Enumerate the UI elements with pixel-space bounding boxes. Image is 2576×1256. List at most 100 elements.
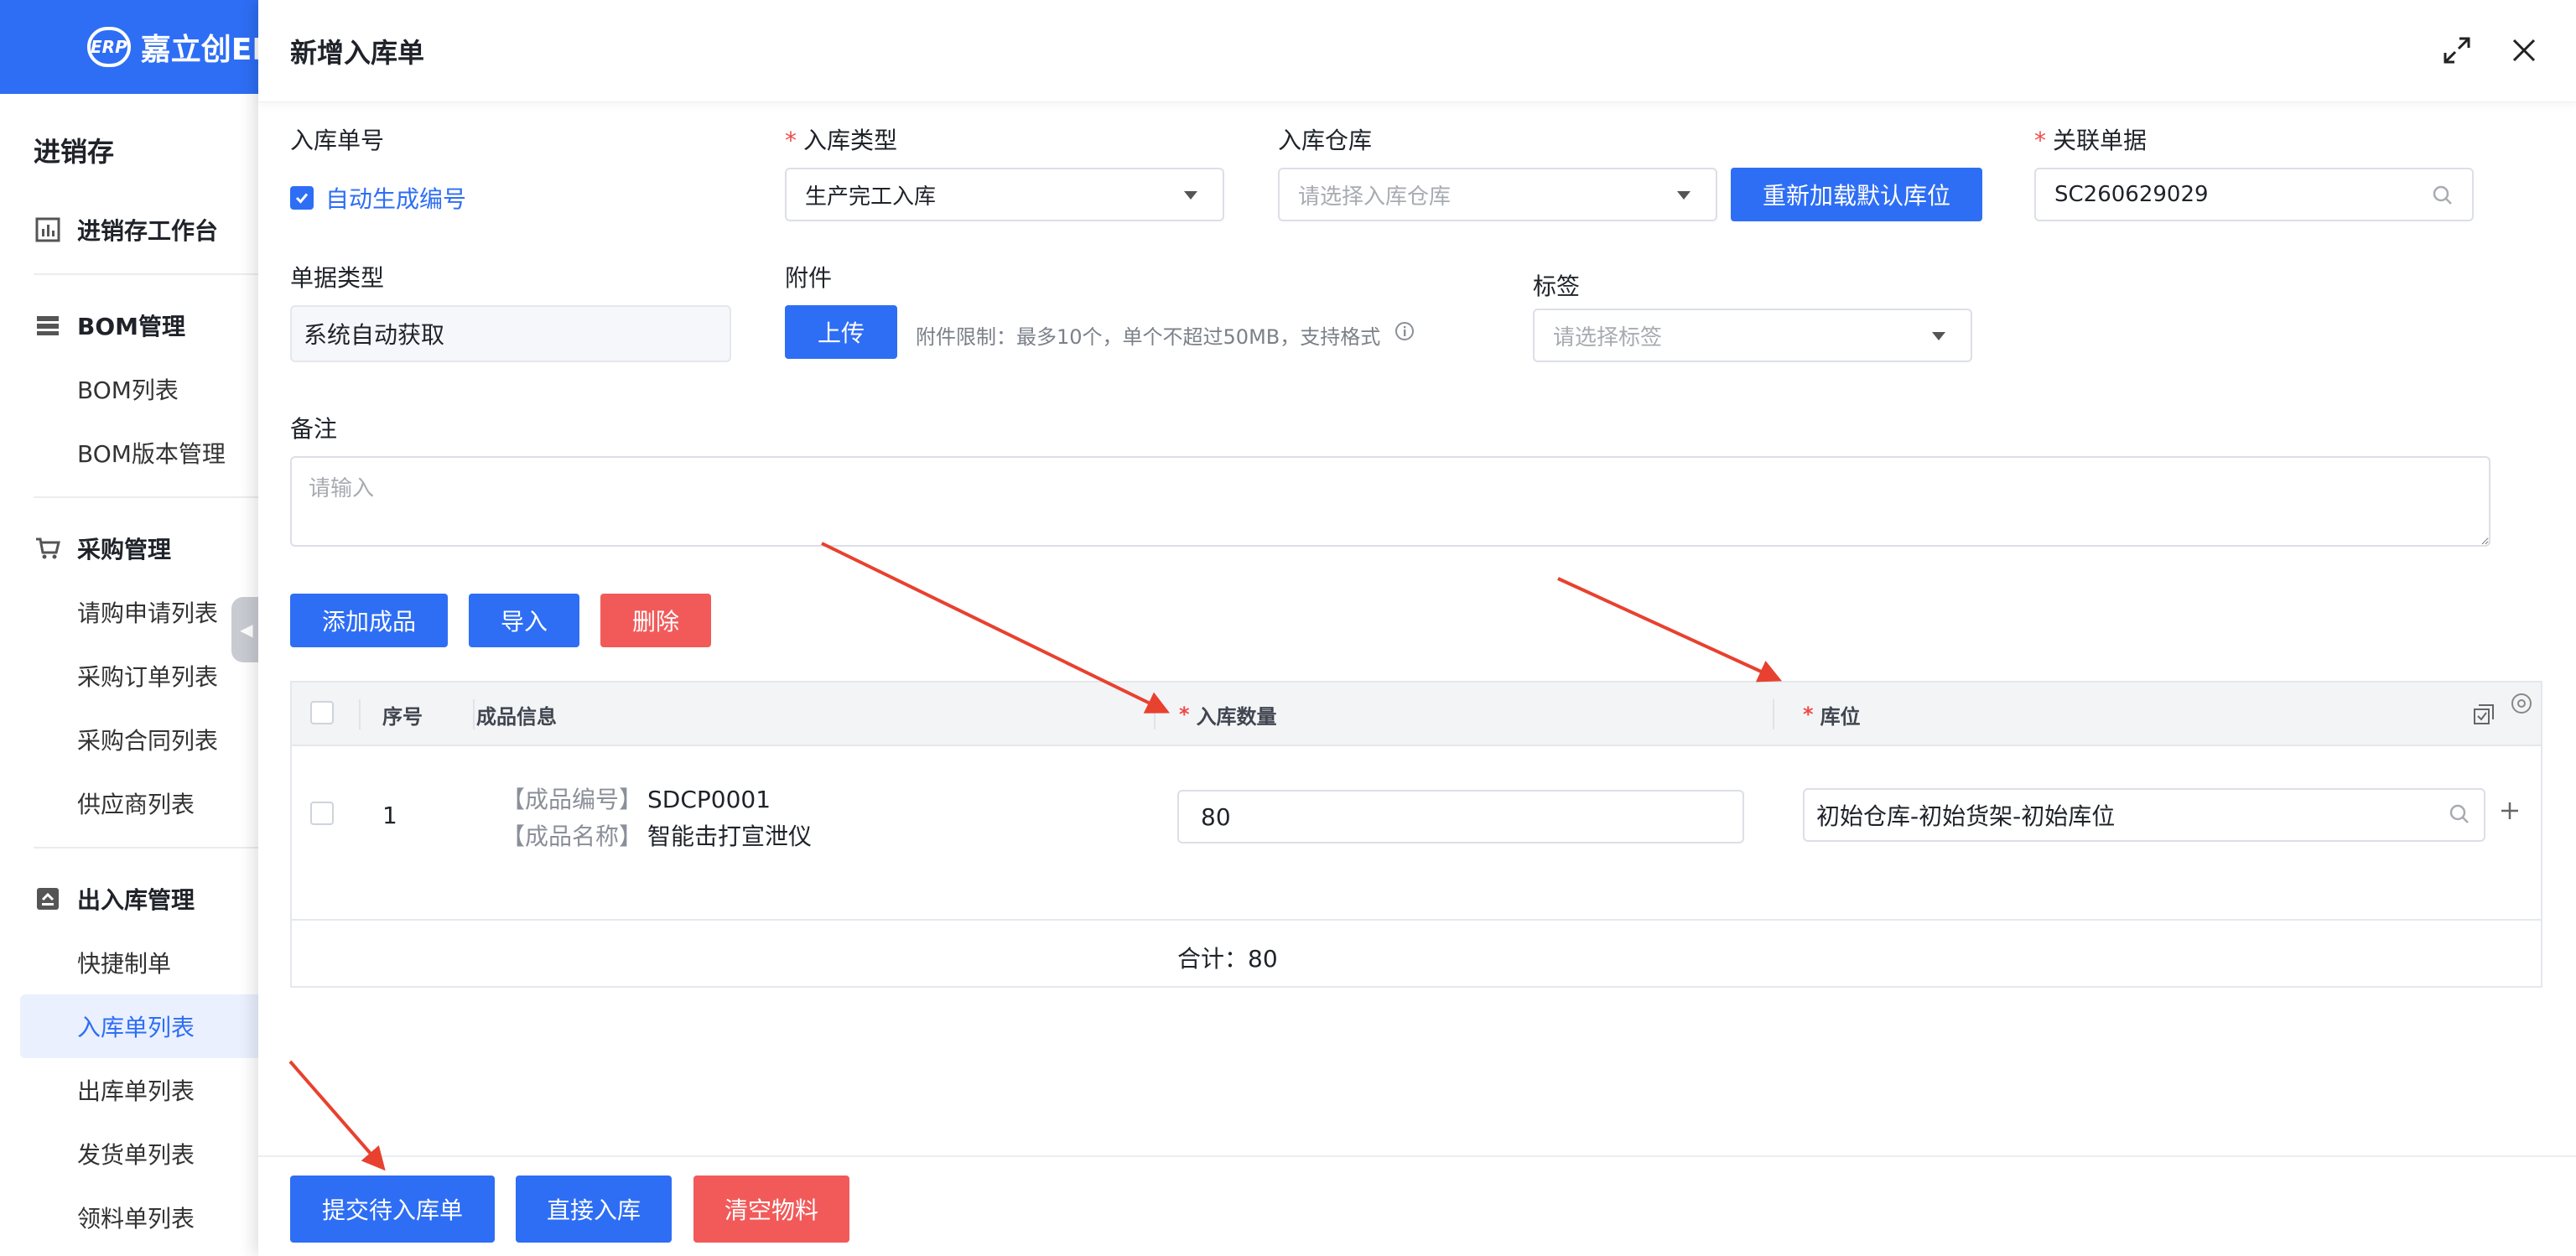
delete-button[interactable]: 删除 [600,594,711,647]
auto-generate-label: 自动生成编号 [325,185,467,213]
drawer-title: 新增入库单 [290,36,425,69]
layers-icon [34,311,62,340]
sidebar-group-label: BOM管理 [77,313,186,340]
product-code: 【成品编号】 SDCP0001 [501,786,771,813]
product-table: 序号 成品信息 * 入库数量 * 库位 1 【成品编号】 SDCP0001 【成品名称… [290,681,2542,988]
bar-chart-icon [34,215,62,244]
sidebar-collapse-handle[interactable]: ◀ [231,597,262,662]
caret-down-icon [1932,332,1945,340]
new-stock-in-drawer: 新增入库单 入库单号 自动生成编号 * 入库类型 生产完工入库 入库仓库 请选择入… [258,0,2576,1256]
column-header-product-info: 成品信息 [476,704,557,729]
chevron-left-icon: ◀ [240,620,253,640]
stock-in-type-value: 生产完工入库 [805,184,937,210]
stock-in-type-select[interactable]: 生产完工入库 [785,168,1224,221]
remark-textarea[interactable] [290,456,2490,547]
doc-type-readonly: 系统自动获取 [290,305,731,362]
warehouse-placeholder: 请选择入库仓库 [1298,184,1452,210]
related-doc-label: * 关联单据 [2034,127,2148,154]
sidebar-group-label: 进销存工作台 [77,217,219,245]
cart-icon [34,534,62,563]
gear-icon[interactable] [2509,691,2534,719]
order-no-label: 入库单号 [290,127,385,154]
product-name: 【成品名称】 智能击打宣泄仪 [501,823,813,850]
direct-stock-in-button[interactable]: 直接入库 [516,1176,672,1243]
sidebar-item-purchase-contract[interactable]: 采购合同列表 [0,708,268,771]
sidebar-group-inout[interactable]: 出入库管理 [0,867,268,931]
search-icon[interactable] [2449,803,2470,831]
sidebar-item-purchase-order[interactable]: 采购订单列表 [0,644,268,708]
sidebar-title: 进销存 [34,136,115,168]
submit-pending-button[interactable]: 提交待入库单 [290,1176,495,1243]
warehouse-label: 入库仓库 [1278,127,1373,154]
drawer-header: 新增入库单 [258,0,2576,102]
stock-in-type-label: * 入库类型 [785,127,898,154]
column-separator [473,699,475,729]
sidebar-item-bom-list[interactable]: BOM列表 [0,357,268,421]
sidebar-item-picking-list[interactable]: 领料单列表 [0,1186,268,1249]
sidebar-divider [34,847,268,849]
select-all-checkbox[interactable] [310,701,334,724]
doc-type-label: 单据类型 [290,264,385,292]
row-checkbox[interactable] [310,802,334,825]
sidebar-group-label: 出入库管理 [77,886,195,914]
info-icon[interactable] [1394,320,1415,345]
sidebar: ERP 嘉立创ERP 进销存 进销存工作台 BOM管理 BOM列表 BOM版本管… [0,0,297,1256]
sidebar-item-stock-in-list[interactable]: 入库单列表 [20,994,268,1058]
attachment-label: 附件 [785,264,833,292]
quantity-input[interactable]: 80 [1177,790,1744,843]
tag-placeholder: 请选择标签 [1553,324,1663,350]
related-doc-input[interactable]: SC260629029 [2034,168,2474,221]
required-star: * [1803,703,1814,726]
column-header-index: 序号 [382,704,423,729]
required-star: * [785,127,797,154]
sidebar-item-supplier[interactable]: 供应商列表 [0,771,268,835]
column-settings-icon[interactable] [2472,703,2496,729]
column-header-location: * 库位 [1803,703,1861,729]
tag-select[interactable]: 请选择标签 [1533,309,1972,362]
expand-icon[interactable] [2438,32,2475,69]
inbox-icon [34,885,62,913]
remark-label: 备注 [290,415,338,443]
upload-button[interactable]: 上传 [785,305,897,359]
sidebar-item-stock-out-list[interactable]: 出库单列表 [0,1058,268,1122]
sidebar-item-bom-version[interactable]: BOM版本管理 [0,421,268,485]
location-value: 初始仓库-初始货架-初始库位 [1816,802,2116,830]
warehouse-select[interactable]: 请选择入库仓库 [1278,168,1717,221]
attachment-hint: 附件限制：最多10个，单个不超过50MB，支持格式 [916,325,1381,349]
required-star: * [2034,127,2046,154]
caret-down-icon [1677,191,1690,200]
table-row: 1 【成品编号】 SDCP0001 【成品名称】 智能击打宣泄仪 80 初始仓库-初… [292,748,2541,921]
row-index: 1 [382,802,397,829]
sidebar-group-label: 采购管理 [77,536,172,563]
sidebar-item-quick-order[interactable]: 快捷制单 [0,931,268,994]
location-input[interactable]: 初始仓库-初始货架-初始库位 [1803,788,2485,842]
column-separator [359,699,361,729]
related-doc-value: SC260629029 [2054,182,2209,207]
reload-default-location-button[interactable]: 重新加载默认库位 [1731,168,1982,221]
sidebar-divider [34,496,268,498]
table-total: 合计：80 [1177,945,1278,973]
clear-materials-button[interactable]: 清空物料 [693,1176,849,1243]
sidebar-group-workbench[interactable]: 进销存工作台 [0,198,268,262]
import-button[interactable]: 导入 [469,594,579,647]
tag-label: 标签 [1533,272,1581,300]
sidebar-divider [34,273,268,275]
table-header: 序号 成品信息 * 入库数量 * 库位 [292,682,2541,746]
checkbox-checked-icon [290,186,314,210]
sidebar-group-bom[interactable]: BOM管理 [0,293,268,357]
sidebar-item-requisition[interactable]: 请购申请列表 [0,580,268,644]
auto-generate-checkbox[interactable]: 自动生成编号 [290,181,466,215]
logo-bar: ERP 嘉立创ERP [0,0,297,94]
erp-logo-icon: ERP [87,27,131,67]
sidebar-item-delivery-list[interactable]: 发货单列表 [0,1122,268,1186]
footer-divider [258,1155,2576,1157]
sidebar-group-purchase[interactable]: 采购管理 [0,516,268,580]
add-product-button[interactable]: 添加成品 [290,594,448,647]
required-star: * [1179,703,1190,726]
column-separator [1154,699,1156,729]
caret-down-icon [1184,191,1197,200]
close-icon[interactable] [2506,32,2542,69]
search-icon[interactable] [2432,184,2454,212]
column-separator [1773,699,1774,729]
add-location-plus-icon[interactable] [2499,800,2521,825]
